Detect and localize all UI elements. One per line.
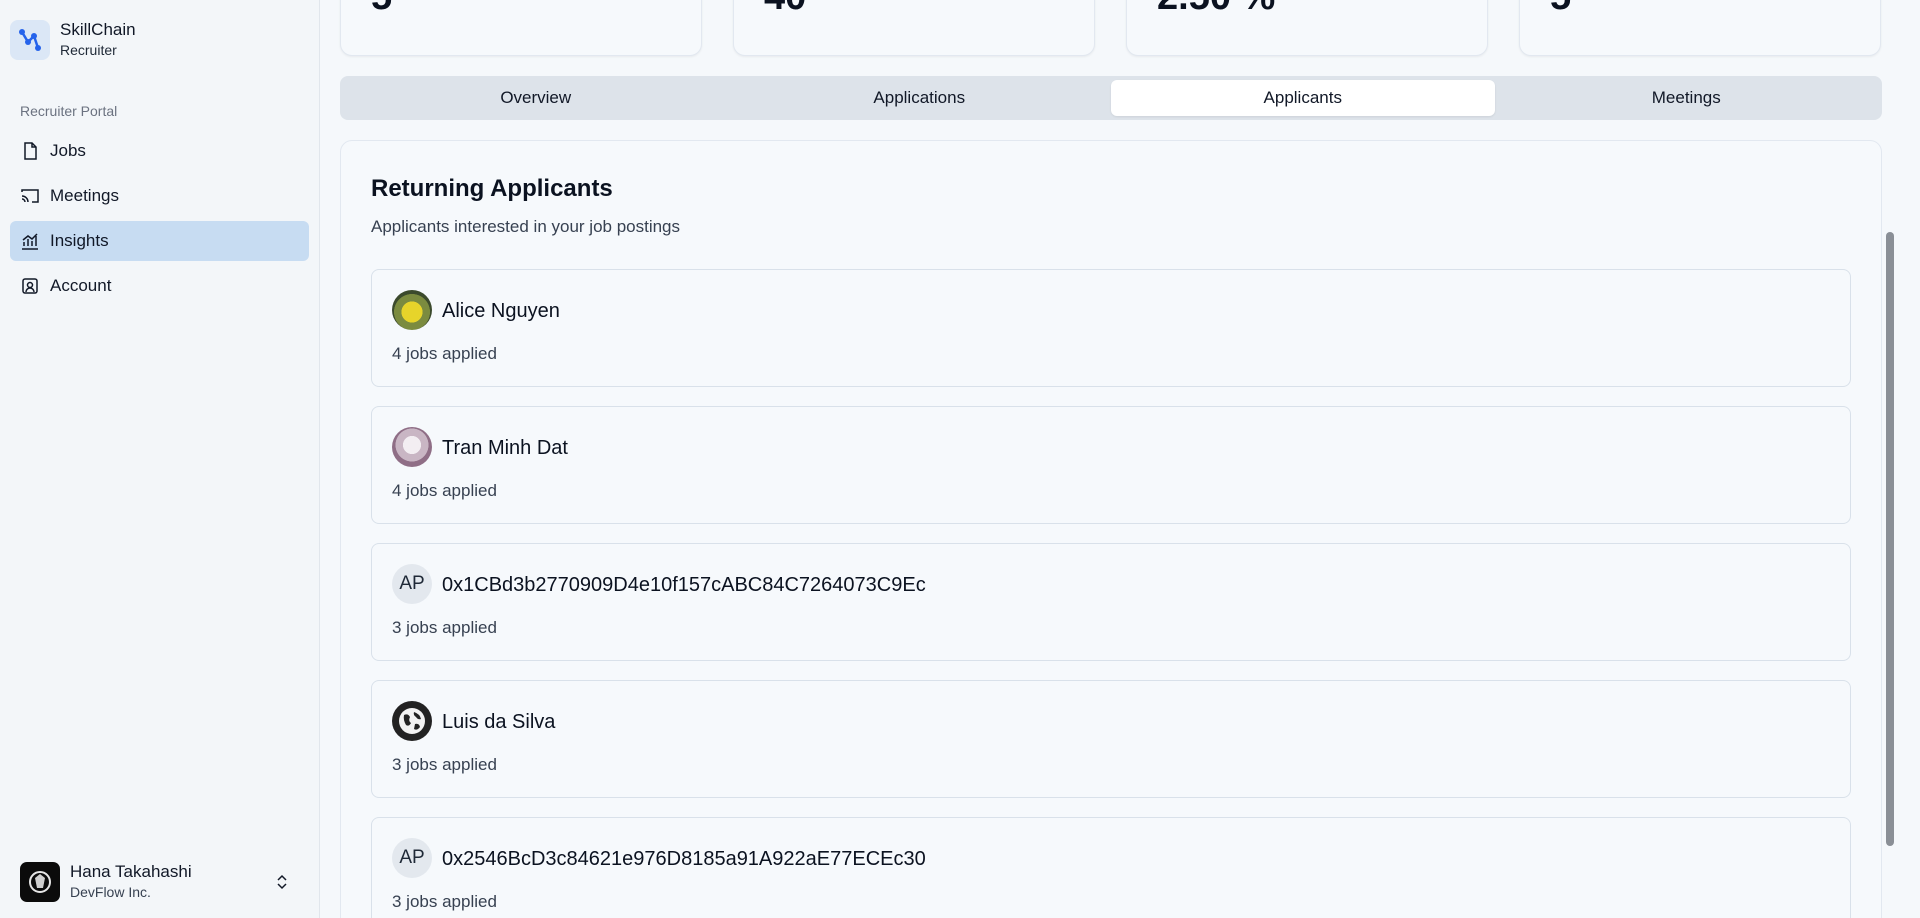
tab-applications[interactable]: Applications xyxy=(728,80,1112,116)
user-menu[interactable]: Hana Takahashi DevFlow Inc. xyxy=(20,860,300,904)
brand-name: SkillChain xyxy=(60,20,136,39)
list-item[interactable]: Tran Minh Dat 4 jobs applied xyxy=(371,406,1851,524)
tab-meetings[interactable]: Meetings xyxy=(1495,80,1879,116)
stat-card: 5 xyxy=(1519,0,1881,56)
avatar xyxy=(392,427,432,467)
brand[interactable]: SkillChain Recruiter xyxy=(10,20,136,60)
user-company: DevFlow Inc. xyxy=(70,884,151,900)
sidebar: SkillChain Recruiter Recruiter Portal Jo… xyxy=(0,0,320,918)
user-square-icon xyxy=(22,278,38,294)
main-content: 5 40 2.50 % 5 Overview Applications Appl… xyxy=(320,0,1900,918)
stat-card: 5 xyxy=(340,0,702,56)
avatar xyxy=(392,290,432,330)
avatar-initials: AP xyxy=(392,564,432,604)
scrollbar[interactable] xyxy=(1886,0,1894,918)
stat-value: 5 xyxy=(371,0,392,19)
sidebar-item-account[interactable]: Account xyxy=(10,266,309,306)
tab-applicants[interactable]: Applicants xyxy=(1111,80,1495,116)
applicant-name: Alice Nguyen xyxy=(442,300,560,322)
file-icon xyxy=(24,142,37,160)
user-name: Hana Takahashi xyxy=(70,862,192,881)
applicant-name: 0x2546BcD3c84621e976D8185a91A922aE77ECEc… xyxy=(442,848,926,870)
list-item[interactable]: Alice Nguyen 4 jobs applied xyxy=(371,269,1851,387)
sidebar-item-label: Jobs xyxy=(50,141,86,160)
applicant-jobs-count: 4 jobs applied xyxy=(392,344,497,363)
tab-bar: Overview Applications Applicants Meeting… xyxy=(340,76,1882,120)
applicant-jobs-count: 4 jobs applied xyxy=(392,481,497,500)
stats-row: 5 40 2.50 % 5 xyxy=(340,0,1882,56)
returning-applicants-card: Returning Applicants Applicants interest… xyxy=(340,140,1882,918)
stat-card: 2.50 % xyxy=(1126,0,1488,56)
stat-value: 2.50 % xyxy=(1157,0,1275,19)
applicant-jobs-count: 3 jobs applied xyxy=(392,618,497,637)
applicant-jobs-count: 3 jobs applied xyxy=(392,755,497,774)
card-subtitle: Applicants interested in your job postin… xyxy=(371,217,681,236)
cast-icon xyxy=(21,189,39,203)
applicant-list: Alice Nguyen 4 jobs applied Tran Minh Da… xyxy=(371,269,1851,918)
list-item[interactable]: AP 0x1CBd3b2770909D4e10f157cABC84C726407… xyxy=(371,543,1851,661)
globe-icon xyxy=(392,701,432,741)
brand-role: Recruiter xyxy=(60,42,117,58)
applicant-jobs-count: 3 jobs applied xyxy=(392,892,497,911)
list-item[interactable]: AP 0x2546BcD3c84621e976D8185a91A922aE77E… xyxy=(371,817,1851,918)
stat-card: 40 xyxy=(733,0,1095,56)
chevrons-up-down-icon[interactable] xyxy=(272,872,292,892)
applicant-name: Luis da Silva xyxy=(442,711,556,733)
skillchain-logo-icon xyxy=(10,20,50,60)
sidebar-item-jobs[interactable]: Jobs xyxy=(10,131,309,171)
tab-overview[interactable]: Overview xyxy=(344,80,728,116)
sidebar-item-label: Insights xyxy=(50,231,109,250)
applicant-name: 0x1CBd3b2770909D4e10f157cABC84C7264073C9… xyxy=(442,574,926,596)
sidebar-item-label: Account xyxy=(50,276,112,295)
sidebar-item-label: Meetings xyxy=(50,186,119,205)
user-avatar xyxy=(20,862,60,902)
card-title: Returning Applicants xyxy=(371,175,613,202)
stat-value: 40 xyxy=(764,0,806,19)
applicant-name: Tran Minh Dat xyxy=(442,437,568,459)
avatar-initials: AP xyxy=(392,838,432,878)
sidebar-nav: Jobs Meetings Insights Account xyxy=(10,131,309,311)
scrollbar-thumb[interactable] xyxy=(1886,232,1894,846)
list-item[interactable]: Luis da Silva 3 jobs applied xyxy=(371,680,1851,798)
chart-icon xyxy=(22,233,38,250)
stat-value: 5 xyxy=(1550,0,1571,19)
sidebar-item-meetings[interactable]: Meetings xyxy=(10,176,309,216)
sidebar-section-label: Recruiter Portal xyxy=(20,103,118,119)
sidebar-item-insights[interactable]: Insights xyxy=(10,221,309,261)
